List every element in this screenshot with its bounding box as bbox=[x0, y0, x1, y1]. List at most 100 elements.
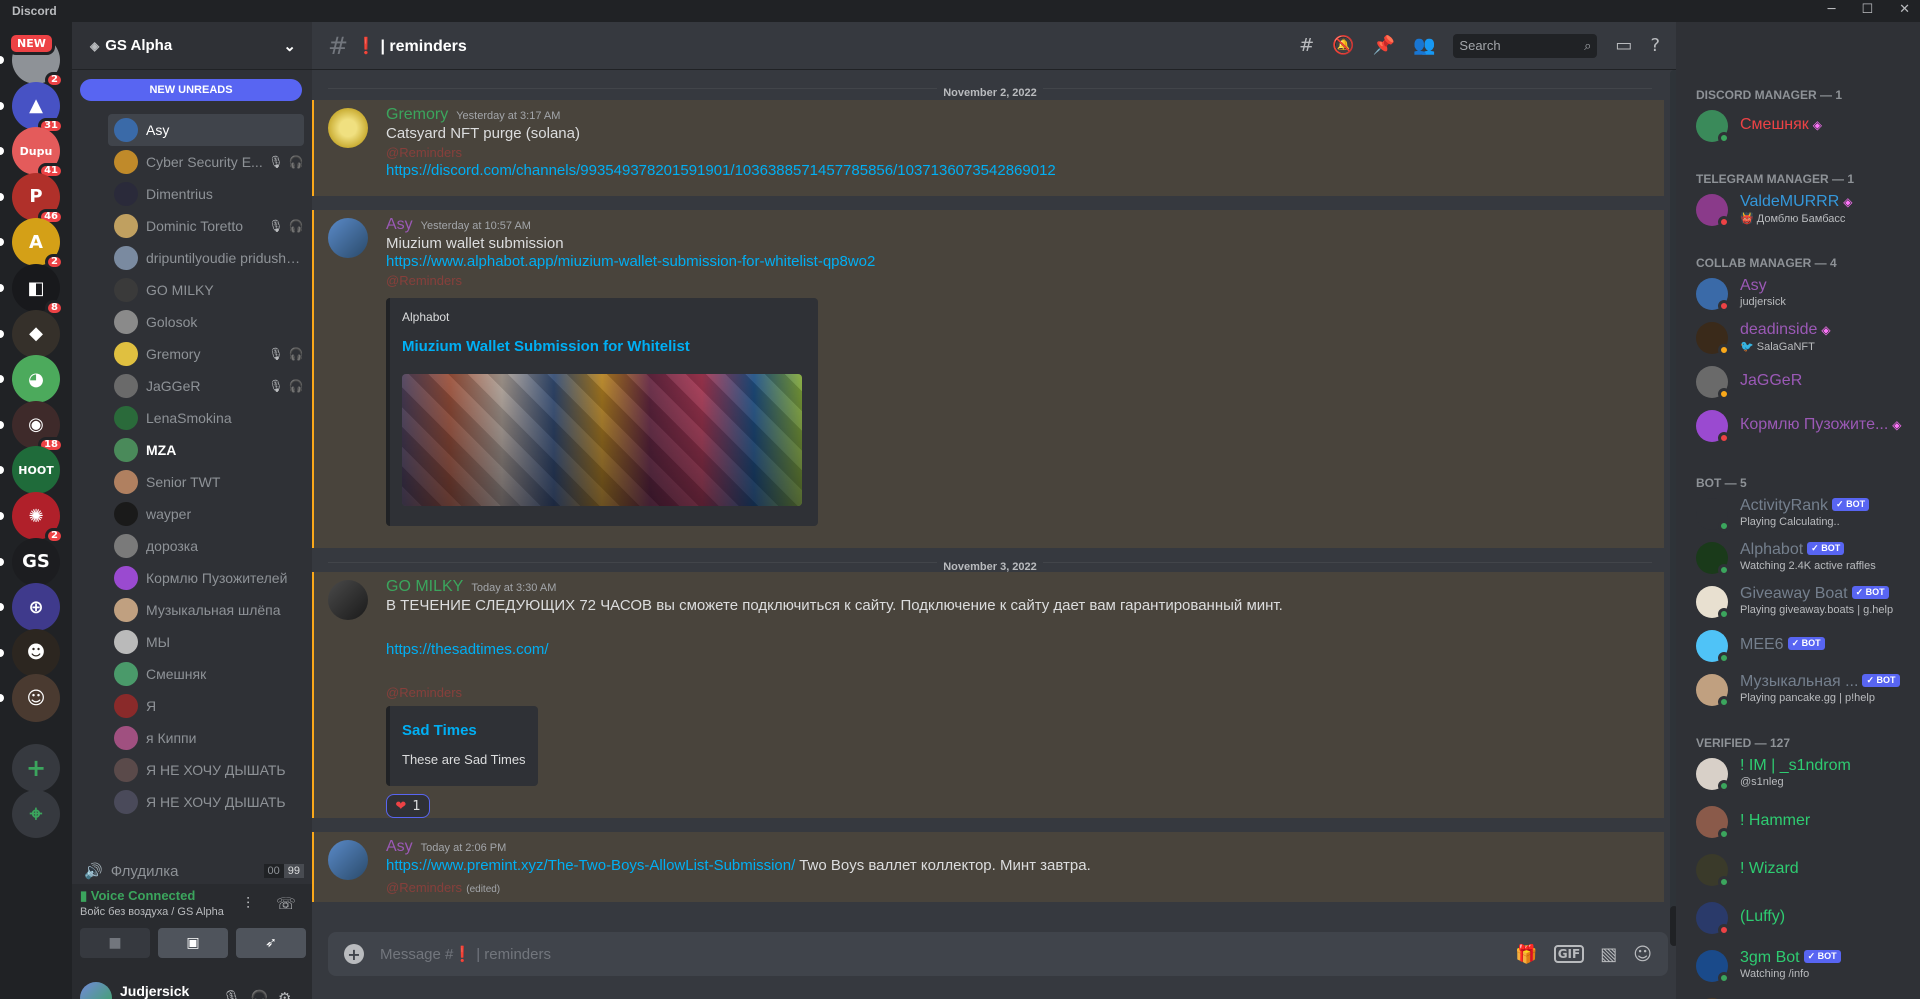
server-icon[interactable]: ✺ 2 bbox=[12, 492, 64, 544]
microphone-icon[interactable]: 🎙 bbox=[222, 989, 241, 999]
author-name[interactable]: Asy bbox=[386, 216, 413, 233]
headphones-icon[interactable]: 🎧 bbox=[250, 989, 269, 999]
member-item[interactable]: Giveaway Boat ✓ BOT Playing giveaway.boats… bbox=[1696, 584, 1912, 620]
voice-user[interactable]: Senior TWT bbox=[108, 466, 304, 498]
voice-channel-fludilka[interactable]: 🔊 Флудилка 00 99 bbox=[80, 858, 304, 884]
activity-button[interactable]: ➶ bbox=[236, 928, 306, 958]
server-icon[interactable]: ◆ bbox=[12, 309, 60, 358]
sticker-icon[interactable]: ▧ bbox=[1600, 944, 1617, 965]
new-servers-badge[interactable]: NEW bbox=[8, 32, 55, 55]
role-mention[interactable]: @Reminders bbox=[386, 685, 462, 700]
member-item[interactable]: ! Hammer bbox=[1696, 804, 1912, 840]
member-list-icon[interactable]: 👥 bbox=[1413, 35, 1435, 56]
member-item[interactable]: ! Wizard bbox=[1696, 852, 1912, 888]
message-link[interactable]: https://thesadtimes.com/ bbox=[386, 641, 549, 658]
server-icon[interactable]: ◕ bbox=[12, 355, 60, 404]
voice-user[interactable]: Dimentrius bbox=[108, 178, 304, 210]
disconnect-icon[interactable]: ☏ bbox=[276, 894, 296, 913]
member-item[interactable]: Alphabot ✓ BOT Watching 2.4K active raffle… bbox=[1696, 540, 1912, 576]
member-item[interactable]: (Luffy) bbox=[1696, 900, 1912, 936]
member-item[interactable]: Музыкальная ... ✓ BOT Playing pancake.gg |… bbox=[1696, 672, 1912, 708]
member-item[interactable]: ActivityRank ✓ BOT Playing Calculating.. bbox=[1696, 496, 1912, 532]
voice-user[interactable]: LenaSmokina bbox=[108, 402, 304, 434]
voice-user[interactable]: МЫ bbox=[108, 626, 304, 658]
heart-reaction[interactable]: ❤ 1 bbox=[386, 794, 430, 818]
server-header[interactable]: ◈ GS Alpha ⌄ bbox=[72, 22, 312, 70]
minimize-icon[interactable]: ─ bbox=[1828, 2, 1836, 17]
voice-user[interactable]: Я НЕ ХОЧУ ДЫШАТЬ bbox=[108, 754, 304, 786]
server-icon[interactable]: Dupu 41 bbox=[12, 127, 64, 180]
voice-user[interactable]: JaGGeR 🎙 🎧 bbox=[108, 370, 304, 402]
message-link[interactable]: https://discord.com/channels/99354937820… bbox=[386, 162, 1056, 179]
screen-share-button[interactable]: ▣ bbox=[158, 928, 228, 958]
pin-icon[interactable]: 📌 bbox=[1373, 35, 1395, 56]
member-item[interactable]: JaGGeR bbox=[1696, 364, 1912, 400]
member-item[interactable]: 3gm Bot ✓ BOT Watching /info bbox=[1696, 948, 1912, 984]
server-icon[interactable]: ☻ bbox=[12, 628, 60, 677]
member-item[interactable]: MEE6 ✓ BOT bbox=[1696, 628, 1912, 664]
server-icon[interactable]: HOOT bbox=[12, 446, 60, 495]
server-icon[interactable]: ▲ 31 bbox=[12, 81, 64, 134]
search-input[interactable]: Search ⌕ bbox=[1453, 33, 1598, 58]
voice-connected-label[interactable]: ▮ Voice Connected bbox=[80, 888, 195, 904]
server-icon[interactable]: P 46 bbox=[12, 172, 64, 225]
embed-title[interactable]: Sad Times bbox=[402, 722, 477, 739]
message-asy-1[interactable]: Asy Yesterday at 10:57 AM Miuzium wallet … bbox=[312, 210, 1664, 548]
member-item[interactable]: Смешняк ◈ bbox=[1696, 108, 1912, 144]
author-name[interactable]: Gremory bbox=[386, 106, 448, 123]
voice-user[interactable]: Я НЕ ХОЧУ ДЫШАТЬ bbox=[108, 786, 304, 818]
author-avatar[interactable] bbox=[328, 580, 368, 620]
add-server-button[interactable]: + bbox=[12, 744, 60, 792]
notification-bell-icon[interactable]: 🔕 bbox=[1332, 35, 1354, 56]
threads-icon[interactable]: # bbox=[1299, 35, 1314, 56]
message-gremory[interactable]: Gremory Yesterday at 3:17 AM Catsyard NFT… bbox=[312, 100, 1664, 196]
voice-user[interactable]: Golosok bbox=[108, 306, 304, 338]
explore-servers-button[interactable]: ⌖ bbox=[12, 790, 60, 838]
voice-user[interactable]: dripuntilyoudie pridushu... bbox=[108, 242, 304, 274]
member-item[interactable]: Кормлю Пузожите... ◈ bbox=[1696, 408, 1912, 444]
emoji-icon[interactable]: ☺ bbox=[1633, 944, 1652, 965]
message-asy-2[interactable]: Asy Today at 2:06 PM https://www.premint.… bbox=[312, 832, 1664, 902]
voice-user[interactable]: Я bbox=[108, 690, 304, 722]
user-avatar[interactable] bbox=[80, 982, 112, 999]
role-mention[interactable]: @Reminders bbox=[386, 273, 462, 288]
voice-user[interactable]: дорозка bbox=[108, 530, 304, 562]
member-item[interactable]: deadinside ◈ 🐦 SalaGaNFT bbox=[1696, 320, 1912, 356]
author-name[interactable]: GO MILKY bbox=[386, 578, 463, 595]
new-unreads-bar[interactable]: NEW UNREADS bbox=[80, 79, 302, 101]
server-icon[interactable]: A2 bbox=[12, 218, 64, 271]
gif-icon[interactable]: GIF bbox=[1553, 945, 1585, 963]
maximize-icon[interactable]: ☐ bbox=[1861, 2, 1873, 17]
author-avatar[interactable] bbox=[328, 840, 368, 880]
author-avatar[interactable] bbox=[328, 218, 368, 258]
embed-title[interactable]: Miuzium Wallet Submission for Whitelist bbox=[402, 338, 690, 355]
member-item[interactable]: Asy judjersick bbox=[1696, 276, 1912, 312]
member-item[interactable]: ! IM | _s1ndrom @s1nleg bbox=[1696, 756, 1912, 792]
noise-suppression-icon[interactable]: ⫶ bbox=[246, 894, 250, 914]
voice-user[interactable]: MZA bbox=[108, 434, 304, 466]
voice-user[interactable]: GO MILKY bbox=[108, 274, 304, 306]
embed-provider[interactable]: Alphabot bbox=[402, 310, 449, 324]
voice-user[interactable]: я Киппи bbox=[108, 722, 304, 754]
message-link[interactable]: https://www.premint.xyz/The-Two-Boys-All… bbox=[386, 857, 795, 874]
upload-plus-icon[interactable]: + bbox=[344, 944, 364, 964]
voice-user[interactable]: Кормлю Пузожителей bbox=[108, 562, 304, 594]
message-go-milky[interactable]: GO MILKY Today at 3:30 AM В ТЕЧЕНИЕ СЛЕДУ… bbox=[312, 572, 1664, 818]
voice-user[interactable]: Gremory 🎙 🎧 bbox=[108, 338, 304, 370]
server-icon[interactable]: ◉ 18 bbox=[12, 400, 64, 453]
close-icon[interactable]: ✕ bbox=[1899, 2, 1910, 17]
author-avatar[interactable] bbox=[328, 108, 368, 148]
camera-button[interactable]: ■ bbox=[80, 928, 150, 958]
server-icon[interactable]: ☺ bbox=[12, 674, 60, 723]
gift-icon[interactable]: 🎁 bbox=[1515, 944, 1537, 965]
voice-user[interactable]: Музыкальная шлёпа bbox=[108, 594, 304, 626]
voice-user[interactable]: Cyber Security E... 🎙 🎧 bbox=[108, 146, 304, 178]
server-icon[interactable]: ◧ 8 bbox=[12, 264, 64, 316]
message-input[interactable]: Message #❗ | reminders bbox=[380, 945, 1515, 963]
voice-user[interactable]: wayper bbox=[108, 498, 304, 530]
voice-user[interactable]: Dominic Toretto 🎙 🎧 bbox=[108, 210, 304, 242]
server-icon[interactable]: ⊕ bbox=[12, 583, 60, 632]
author-name[interactable]: Asy bbox=[386, 838, 413, 855]
help-icon[interactable]: ? bbox=[1650, 35, 1660, 56]
message-link[interactable]: https://www.alphabot.app/miuzium-wallet-… bbox=[386, 253, 875, 270]
